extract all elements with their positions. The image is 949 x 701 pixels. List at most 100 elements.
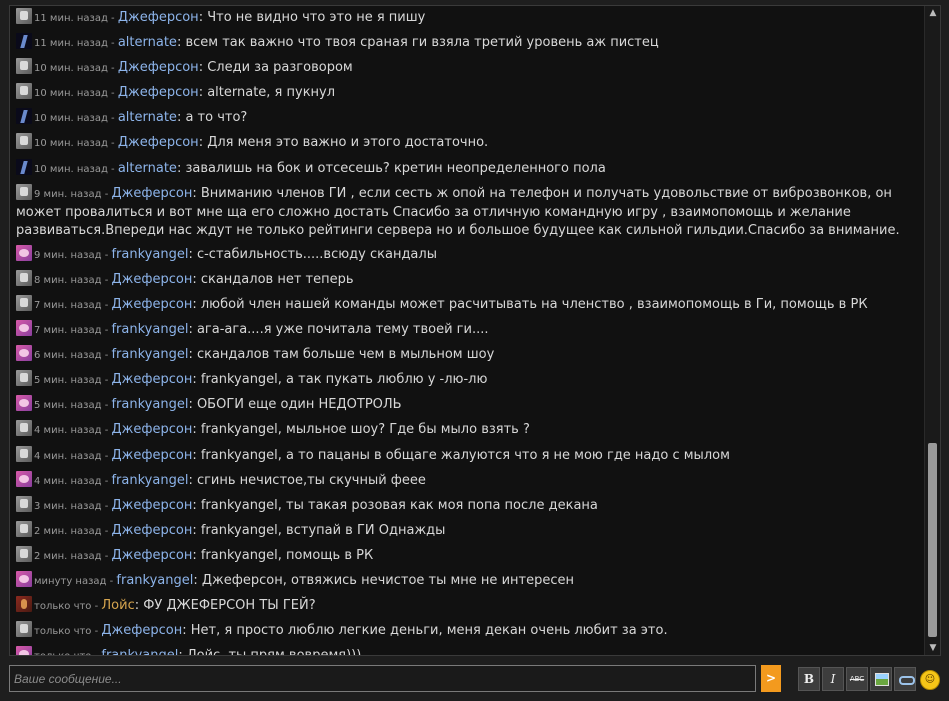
message-time: 10 мин. назад xyxy=(34,63,108,75)
separator: - xyxy=(101,425,112,437)
chat-message: 10 мин. назад - Джеферсон: Для меня это … xyxy=(16,133,918,153)
strikethrough-button[interactable]: ABC xyxy=(846,667,868,691)
colon: : xyxy=(134,598,144,614)
smiley-icon[interactable]: ☺ xyxy=(920,670,940,690)
message-author[interactable]: Джеферсон xyxy=(111,498,192,513)
scroll-up-icon[interactable]: ▲ xyxy=(925,6,940,20)
message-author[interactable]: Джеферсон xyxy=(111,272,192,287)
separator: - xyxy=(101,525,112,537)
message-author[interactable]: Джеферсон xyxy=(101,623,182,638)
avatar-icon[interactable] xyxy=(16,495,32,512)
scroll-down-icon[interactable]: ▼ xyxy=(925,641,940,655)
separator: - xyxy=(101,188,112,200)
chat-message: 2 мин. назад - Джеферсон: frankyangel, п… xyxy=(16,545,918,566)
message-text: завалишь на бок и отсесешь? кретин неопр… xyxy=(185,160,606,176)
separator: - xyxy=(101,400,112,412)
message-author[interactable]: frankyangel xyxy=(116,573,193,588)
link-icon[interactable] xyxy=(894,667,916,691)
message-author[interactable]: frankyangel xyxy=(111,347,188,362)
message-time: только что xyxy=(34,651,91,655)
avatar-icon[interactable] xyxy=(16,596,32,613)
message-author[interactable]: Джеферсон xyxy=(111,422,192,437)
avatar-icon[interactable] xyxy=(16,108,32,125)
message-author[interactable]: Джеферсон xyxy=(111,523,192,538)
chat-message: только что - Джеферсон: Нет, я просто лю… xyxy=(16,621,918,641)
message-author[interactable]: Джеферсон xyxy=(111,297,192,312)
message-author[interactable]: frankyangel xyxy=(101,648,178,655)
colon: : xyxy=(178,648,187,656)
colon: : xyxy=(198,85,208,101)
scroll-thumb[interactable] xyxy=(928,443,937,637)
message-author[interactable]: frankyangel xyxy=(111,322,188,337)
message-time: 2 мин. назад xyxy=(34,525,102,537)
message-input[interactable] xyxy=(10,666,755,691)
message-author[interactable]: Джеферсон xyxy=(111,372,192,387)
message-author[interactable]: Джеферсон xyxy=(111,186,192,201)
message-author[interactable]: alternate xyxy=(118,161,177,176)
separator: - xyxy=(101,500,112,512)
separator: - xyxy=(107,13,118,24)
avatar-icon[interactable] xyxy=(16,570,32,587)
message-author[interactable]: frankyangel xyxy=(111,247,188,262)
message-author[interactable]: frankyangel xyxy=(111,397,188,412)
chat-message: 10 мин. назад - Джеферсон: alternate, я … xyxy=(16,83,918,103)
avatar-icon[interactable] xyxy=(16,58,32,75)
chat-message: 6 мин. назад - frankyangel: скандалов та… xyxy=(16,345,918,365)
avatar-icon[interactable] xyxy=(16,470,32,487)
bold-button[interactable]: B xyxy=(798,667,820,691)
message-author[interactable]: Джеферсон xyxy=(111,548,192,563)
message-time: 10 мин. назад xyxy=(34,88,108,100)
avatar-icon[interactable] xyxy=(16,244,32,261)
avatar-icon[interactable] xyxy=(16,420,32,437)
avatar-icon[interactable] xyxy=(16,8,32,24)
image-icon[interactable] xyxy=(870,667,892,691)
chat-message: 2 мин. назад - Джеферсон: frankyangel, в… xyxy=(16,520,918,541)
separator: - xyxy=(101,350,112,362)
message-time: 4 мин. назад xyxy=(34,425,102,437)
message-time: 10 мин. назад xyxy=(34,113,108,125)
message-time: 3 мин. назад xyxy=(34,500,102,512)
avatar-icon[interactable] xyxy=(16,370,32,387)
message-author[interactable]: frankyangel xyxy=(111,473,188,488)
separator: - xyxy=(107,63,118,75)
avatar-icon[interactable] xyxy=(16,445,32,462)
avatar-icon[interactable] xyxy=(16,183,32,200)
message-text: всем так важно что твоя сраная ги взяла … xyxy=(185,35,659,51)
colon: : xyxy=(182,623,191,639)
avatar-icon[interactable] xyxy=(16,133,32,150)
message-author[interactable]: Джеферсон xyxy=(118,85,199,100)
message-text: frankyangel, ты такая розовая как моя по… xyxy=(200,497,598,513)
message-text: Для меня это важно и этого достаточно. xyxy=(207,135,489,151)
avatar-icon[interactable] xyxy=(16,520,32,537)
separator: - xyxy=(91,626,102,638)
message-author[interactable]: alternate xyxy=(118,110,177,125)
message-time: 7 мин. назад xyxy=(34,299,102,311)
avatar-icon[interactable] xyxy=(16,320,32,337)
message-author[interactable]: Джеферсон xyxy=(111,448,192,463)
separator: - xyxy=(101,274,112,286)
message-author[interactable]: Лойс xyxy=(101,598,134,613)
message-author[interactable]: Джеферсон xyxy=(118,60,199,75)
avatar-icon[interactable] xyxy=(16,158,32,175)
message-time: 10 мин. назад xyxy=(34,163,108,175)
avatar-icon[interactable] xyxy=(16,621,32,638)
avatar-icon[interactable] xyxy=(16,545,32,562)
avatar-icon[interactable] xyxy=(16,294,32,311)
avatar-icon[interactable] xyxy=(16,269,32,286)
message-author[interactable]: Джеферсон xyxy=(118,10,199,25)
message-text: скандалов нет теперь xyxy=(200,271,354,287)
message-text: любой член нашей команды может расчитыва… xyxy=(200,296,868,312)
italic-button[interactable]: I xyxy=(822,667,844,691)
message-author[interactable]: Джеферсон xyxy=(118,135,199,150)
avatar-icon[interactable] xyxy=(16,646,32,655)
message-time: 9 мин. назад xyxy=(34,188,102,200)
scrollbar[interactable]: ▲ ▼ xyxy=(924,6,940,655)
avatar-icon[interactable] xyxy=(16,33,32,50)
message-time: 8 мин. назад xyxy=(34,274,102,286)
avatar-icon[interactable] xyxy=(16,345,32,362)
avatar-icon[interactable] xyxy=(16,395,32,412)
avatar-icon[interactable] xyxy=(16,83,32,100)
colon: : xyxy=(198,135,208,151)
send-button[interactable]: > xyxy=(761,665,781,692)
message-author[interactable]: alternate xyxy=(118,35,177,50)
